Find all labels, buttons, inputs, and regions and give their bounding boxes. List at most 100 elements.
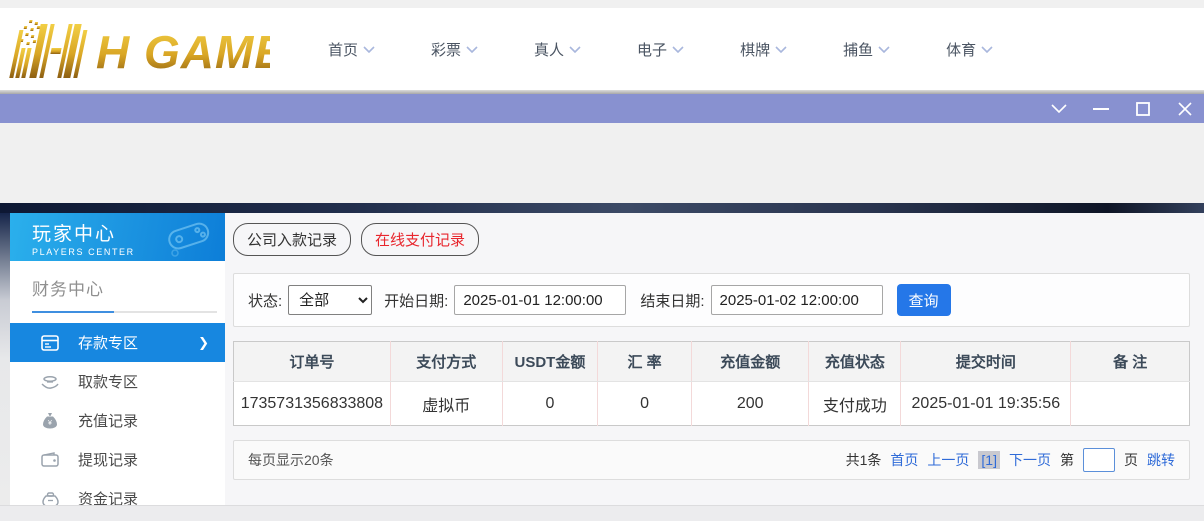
- nav-item-fishing[interactable]: 捕鱼: [843, 39, 890, 60]
- wallet-icon: [40, 450, 60, 470]
- cell-recharge-amount: 200: [691, 382, 809, 426]
- chevron-down-icon: [672, 46, 684, 53]
- cell-exchange-rate: 0: [598, 382, 692, 426]
- first-page-link[interactable]: 首页: [890, 450, 918, 470]
- sidebar-item-label: 充值记录: [78, 410, 138, 431]
- nav-item-live[interactable]: 真人: [534, 39, 581, 60]
- section-title: 财务中心: [32, 275, 215, 300]
- deposit-card-icon: [40, 333, 60, 353]
- nav-label: 首页: [328, 39, 358, 60]
- start-date-input[interactable]: [454, 285, 626, 315]
- pagination-panel: 每页显示20条 共1条 首页 上一页 [1] 下一页 第 页 跳转: [233, 440, 1190, 480]
- col-usdt-amount: USDT金额: [502, 342, 598, 382]
- tab-company-deposit-records[interactable]: 公司入款记录: [233, 223, 351, 256]
- page-size-text: 每页显示20条: [248, 450, 334, 470]
- chevron-right-icon: ❯: [198, 335, 209, 351]
- search-button[interactable]: 查询: [897, 284, 951, 316]
- page-jump-input[interactable]: [1083, 448, 1115, 472]
- pagination-controls: 共1条 首页 上一页 [1] 下一页 第 页 跳转: [846, 448, 1175, 472]
- sidebar-item-funds-records[interactable]: 资金记录: [10, 479, 225, 505]
- nav-item-board[interactable]: 棋牌: [740, 39, 787, 60]
- sidebar-item-label: 提现记录: [78, 449, 138, 470]
- sidebar-item-deposit[interactable]: 存款专区 ❯: [10, 323, 225, 362]
- cell-payment-method: 虚拟币: [390, 382, 502, 426]
- nav-label: 捕鱼: [843, 39, 873, 60]
- sidebar-item-withdrawal-records[interactable]: 提现记录: [10, 440, 225, 479]
- nav-item-home[interactable]: 首页: [328, 39, 375, 60]
- nav-label: 体育: [946, 39, 976, 60]
- close-icon[interactable]: [1176, 100, 1194, 118]
- sidebar-item-label: 取款专区: [78, 371, 138, 392]
- chevron-down-icon: [466, 46, 478, 53]
- cell-order-id: 1735731356833808: [234, 382, 391, 426]
- funds-purse-icon: [40, 489, 60, 506]
- jump-button[interactable]: 跳转: [1147, 450, 1175, 470]
- chevron-down-icon: [981, 46, 993, 53]
- chevron-down-icon: [775, 46, 787, 53]
- end-date-input[interactable]: [711, 285, 883, 315]
- hh-game-logo-icon: H GAME: [8, 18, 270, 80]
- start-date-label: 开始日期:: [384, 290, 448, 311]
- players-center-header: 玩家中心 PLAYERS CENTER: [10, 213, 225, 261]
- bottom-strip: [0, 505, 1204, 521]
- withdraw-hand-icon: [40, 372, 60, 392]
- main-content: 公司入款记录 在线支付记录 状态: 全部 开始日期: 结束日期: 查询 订单号 …: [225, 213, 1204, 505]
- col-recharge-status: 充值状态: [809, 342, 901, 382]
- minimize-icon[interactable]: [1092, 100, 1110, 118]
- top-strip: [0, 0, 1204, 8]
- jump-suffix-label: 页: [1124, 450, 1138, 470]
- sidebar-item-recharge-records[interactable]: ¥ 充值记录: [10, 401, 225, 440]
- table-row: 1735731356833808 虚拟币 0 0 200 支付成功 2025-0…: [234, 382, 1190, 426]
- finance-center-section: 财务中心: [10, 261, 225, 313]
- records-table: 订单号 支付方式 USDT金额 汇 率 充值金额 充值状态 提交时间 备 注 1…: [233, 341, 1190, 426]
- tab-online-payment-records[interactable]: 在线支付记录: [361, 223, 479, 256]
- cell-submit-time: 2025-01-01 19:35:56: [901, 382, 1071, 426]
- status-select[interactable]: 全部: [288, 285, 372, 315]
- nav-label: 棋牌: [740, 39, 770, 60]
- sidebar-item-withdraw[interactable]: 取款专区: [10, 362, 225, 401]
- prev-page-link[interactable]: 上一页: [927, 450, 969, 470]
- nav-label: 真人: [534, 39, 564, 60]
- nav-item-lottery[interactable]: 彩票: [431, 39, 478, 60]
- nav-label: 彩票: [431, 39, 461, 60]
- col-remark: 备 注: [1071, 342, 1190, 382]
- col-submit-time: 提交时间: [901, 342, 1071, 382]
- chevron-down-icon: [363, 46, 375, 53]
- chevron-down-icon: [878, 46, 890, 53]
- col-exchange-rate: 汇 率: [598, 342, 692, 382]
- record-tabs: 公司入款记录 在线支付记录: [233, 223, 1190, 256]
- sidebar-menu: 存款专区 ❯ 取款专区 ¥ 充值记录 提现记录: [10, 323, 225, 505]
- nav-item-slots[interactable]: 电子: [637, 39, 684, 60]
- site-header: H GAME 首页 彩票 真人 电子 棋牌 捕鱼 体育: [0, 8, 1204, 90]
- next-page-link[interactable]: 下一页: [1009, 450, 1051, 470]
- cell-remark: [1071, 382, 1190, 426]
- gamepad-icon: [163, 217, 215, 257]
- decorative-dark-band: [0, 203, 1204, 213]
- chevron-down-icon: [569, 46, 581, 53]
- end-date-label: 结束日期:: [640, 290, 704, 311]
- main-nav: 首页 彩票 真人 电子 棋牌 捕鱼 体育: [328, 39, 993, 60]
- jump-prefix-label: 第: [1060, 450, 1074, 470]
- filter-panel: 状态: 全部 开始日期: 结束日期: 查询: [233, 273, 1190, 327]
- logo[interactable]: H GAME: [8, 18, 270, 80]
- recharge-bag-icon: ¥: [40, 411, 60, 431]
- left-edge-strip: [0, 213, 10, 505]
- window-titlebar: [0, 94, 1204, 123]
- nav-item-sports[interactable]: 体育: [946, 39, 993, 60]
- svg-text:¥: ¥: [48, 420, 52, 427]
- table-header-row: 订单号 支付方式 USDT金额 汇 率 充值金额 充值状态 提交时间 备 注: [234, 342, 1190, 382]
- current-page-indicator: [1]: [978, 451, 1000, 469]
- titlebar-chevron-down-icon[interactable]: [1050, 100, 1068, 118]
- maximize-icon[interactable]: [1134, 100, 1152, 118]
- spacer-area: [0, 123, 1204, 203]
- cell-usdt-amount: 0: [502, 382, 598, 426]
- sidebar-item-label: 存款专区: [78, 332, 138, 353]
- section-underline: [32, 311, 217, 313]
- nav-label: 电子: [637, 39, 667, 60]
- cell-recharge-status: 支付成功: [809, 382, 901, 426]
- col-payment-method: 支付方式: [390, 342, 502, 382]
- sidebar: 玩家中心 PLAYERS CENTER 财务中心: [10, 213, 225, 505]
- logo-text: H GAME: [96, 26, 270, 78]
- total-count-text: 共1条: [846, 450, 882, 470]
- status-label: 状态:: [248, 290, 282, 311]
